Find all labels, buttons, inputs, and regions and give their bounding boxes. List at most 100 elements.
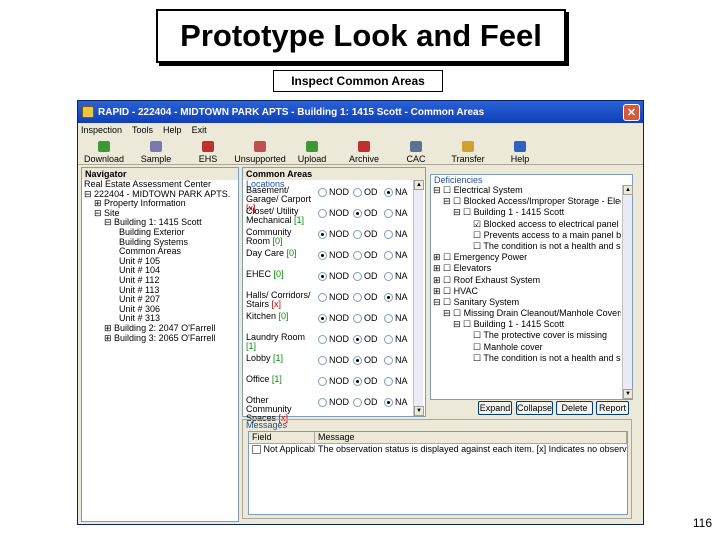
deficiency-item[interactable]: ⊞ ☐ Emergency Power	[433, 252, 621, 263]
navigator-item[interactable]: Real Estate Assessment Center	[84, 180, 238, 190]
radio-na[interactable]	[384, 377, 393, 386]
radio-od[interactable]	[353, 188, 362, 197]
radio-na[interactable]	[384, 272, 393, 281]
upload-button[interactable]: Upload	[286, 141, 338, 164]
navigator-item[interactable]: Unit # 313	[84, 314, 238, 324]
navigator-item[interactable]: Unit # 306	[84, 305, 238, 315]
navigator-item[interactable]: ⊟ Building 1: 1415 Scott	[84, 218, 238, 228]
deficiency-item[interactable]: ⊟ ☐ Blocked Access/Improper Storage - El…	[433, 196, 621, 207]
radio-nod[interactable]	[318, 209, 327, 218]
locations-scrollbar[interactable]: ▲ ▼	[413, 180, 424, 416]
deficiency-item[interactable]: ☐ The condition is not a health and safe	[433, 241, 621, 252]
radio-od[interactable]	[353, 335, 362, 344]
deficiency-item[interactable]: ⊞ ☐ Elevators	[433, 263, 621, 274]
radio-na[interactable]	[384, 293, 393, 302]
deficiency-item[interactable]: ⊟ ☐ Electrical System	[433, 185, 621, 196]
scroll-down-icon[interactable]: ▼	[414, 406, 424, 416]
checkbox-icon[interactable]	[252, 445, 261, 455]
radio-nod[interactable]	[318, 230, 327, 239]
menu-item-tools[interactable]: Tools	[132, 125, 153, 135]
location-label: Office [1]	[246, 375, 316, 384]
column-header[interactable]: Message	[315, 432, 627, 443]
column-header[interactable]: Field	[249, 432, 315, 443]
navigator-item[interactable]: ⊟ 222404 - MIDTOWN PARK APTS.	[84, 190, 238, 200]
navigator-item[interactable]: Building Systems	[84, 238, 238, 248]
sample-button[interactable]: Sample	[130, 141, 182, 164]
navigator-item[interactable]: Building Exterior	[84, 228, 238, 238]
radio-od[interactable]	[353, 314, 362, 323]
radio-nod[interactable]	[318, 293, 327, 302]
menu-item-exit[interactable]: Exit	[192, 125, 207, 135]
close-icon[interactable]: ✕	[623, 103, 640, 121]
navigator-item[interactable]: Unit # 207	[84, 295, 238, 305]
navigator-item[interactable]: Unit # 113	[84, 286, 238, 296]
radio-od[interactable]	[353, 209, 362, 218]
navigator-item[interactable]: ⊞ Building 2: 2047 O'Farrell	[84, 324, 238, 334]
deficiency-item[interactable]: ☐ The protective cover is missing	[433, 330, 621, 341]
expand-button[interactable]: Expand	[478, 401, 512, 415]
radio-nod[interactable]	[318, 251, 327, 260]
navigator-item[interactable]: Common Areas	[84, 247, 238, 257]
window-titlebar[interactable]: RAPID - 222404 - MIDTOWN PARK APTS - Bui…	[78, 101, 643, 123]
radio-nod[interactable]	[318, 314, 327, 323]
radio-od[interactable]	[353, 377, 362, 386]
radio-nod[interactable]	[318, 398, 327, 407]
radio-na[interactable]	[384, 356, 393, 365]
radio-na[interactable]	[384, 251, 393, 260]
menu-item-inspection[interactable]: Inspection	[81, 125, 122, 135]
radio-od[interactable]	[353, 230, 362, 239]
scroll-up-icon[interactable]: ▲	[414, 180, 424, 190]
deficiency-item[interactable]: ☐ Prevents access to a main panel board	[433, 230, 621, 241]
location-label: Closet/ Utility Mechanical [1]	[246, 207, 316, 225]
deficiency-item[interactable]: ⊟ ☐ Missing Drain Cleanout/Manhole Cover…	[433, 308, 621, 319]
deficiency-item[interactable]: ☑ Blocked access to electrical panel	[433, 219, 621, 230]
table-row[interactable]: Not ApplicableThe observation status is …	[249, 444, 627, 456]
radio-label: NOD	[329, 376, 349, 386]
radio-od[interactable]	[353, 293, 362, 302]
radio-label: OD	[364, 397, 378, 407]
radio-nod[interactable]	[318, 272, 327, 281]
radio-nod[interactable]	[318, 188, 327, 197]
transfer-button[interactable]: Transfer	[442, 141, 494, 164]
radio-nod[interactable]	[318, 377, 327, 386]
navigator-item[interactable]: ⊟ Site	[84, 209, 238, 219]
download-button[interactable]: Download	[78, 141, 130, 164]
radio-na[interactable]	[384, 398, 393, 407]
radio-na[interactable]	[384, 188, 393, 197]
transfer-icon	[462, 141, 474, 152]
radio-od[interactable]	[353, 272, 362, 281]
delete-button[interactable]: Delete	[556, 401, 593, 415]
navigator-item[interactable]: Unit # 112	[84, 276, 238, 286]
report-button[interactable]: Report	[596, 401, 629, 415]
collapse-button[interactable]: Collapse	[516, 401, 553, 415]
radio-od[interactable]	[353, 356, 362, 365]
radio-na[interactable]	[384, 335, 393, 344]
archive-button[interactable]: Archive	[338, 141, 390, 164]
navigator-item[interactable]: Unit # 104	[84, 266, 238, 276]
radio-na[interactable]	[384, 230, 393, 239]
cac-button[interactable]: CAC	[390, 141, 442, 164]
radio-od[interactable]	[353, 398, 362, 407]
help-button[interactable]: Help	[494, 141, 546, 164]
radio-na[interactable]	[384, 314, 393, 323]
deficiency-item[interactable]: ⊞ ☐ Roof Exhaust System	[433, 275, 621, 286]
deficiency-item[interactable]: ☐ The condition is not a health and safe	[433, 353, 621, 364]
menu-item-help[interactable]: Help	[163, 125, 182, 135]
deficiency-item[interactable]: ⊟ ☐ Building 1 - 1415 Scott	[433, 207, 621, 218]
radio-od[interactable]	[353, 251, 362, 260]
deficiency-item[interactable]: ☐ Manhole cover	[433, 342, 621, 353]
deficiencies-scrollbar[interactable]: ▲ ▼	[622, 185, 633, 399]
scroll-up-icon[interactable]: ▲	[623, 185, 633, 195]
scroll-down-icon[interactable]: ▼	[623, 389, 633, 399]
navigator-item[interactable]: Unit # 105	[84, 257, 238, 267]
navigator-item[interactable]: ⊞ Building 3: 2065 O'Farrell	[84, 334, 238, 344]
radio-nod[interactable]	[318, 356, 327, 365]
ehs-button[interactable]: EHS	[182, 141, 234, 164]
radio-nod[interactable]	[318, 335, 327, 344]
unsupported-button[interactable]: Unsupported	[234, 141, 286, 164]
navigator-item[interactable]: ⊞ Property Information	[84, 199, 238, 209]
deficiency-item[interactable]: ⊟ ☐ Building 1 - 1415 Scott	[433, 319, 621, 330]
deficiency-item[interactable]: ⊞ ☐ HVAC	[433, 286, 621, 297]
deficiency-item[interactable]: ⊟ ☐ Sanitary System	[433, 297, 621, 308]
radio-na[interactable]	[384, 209, 393, 218]
